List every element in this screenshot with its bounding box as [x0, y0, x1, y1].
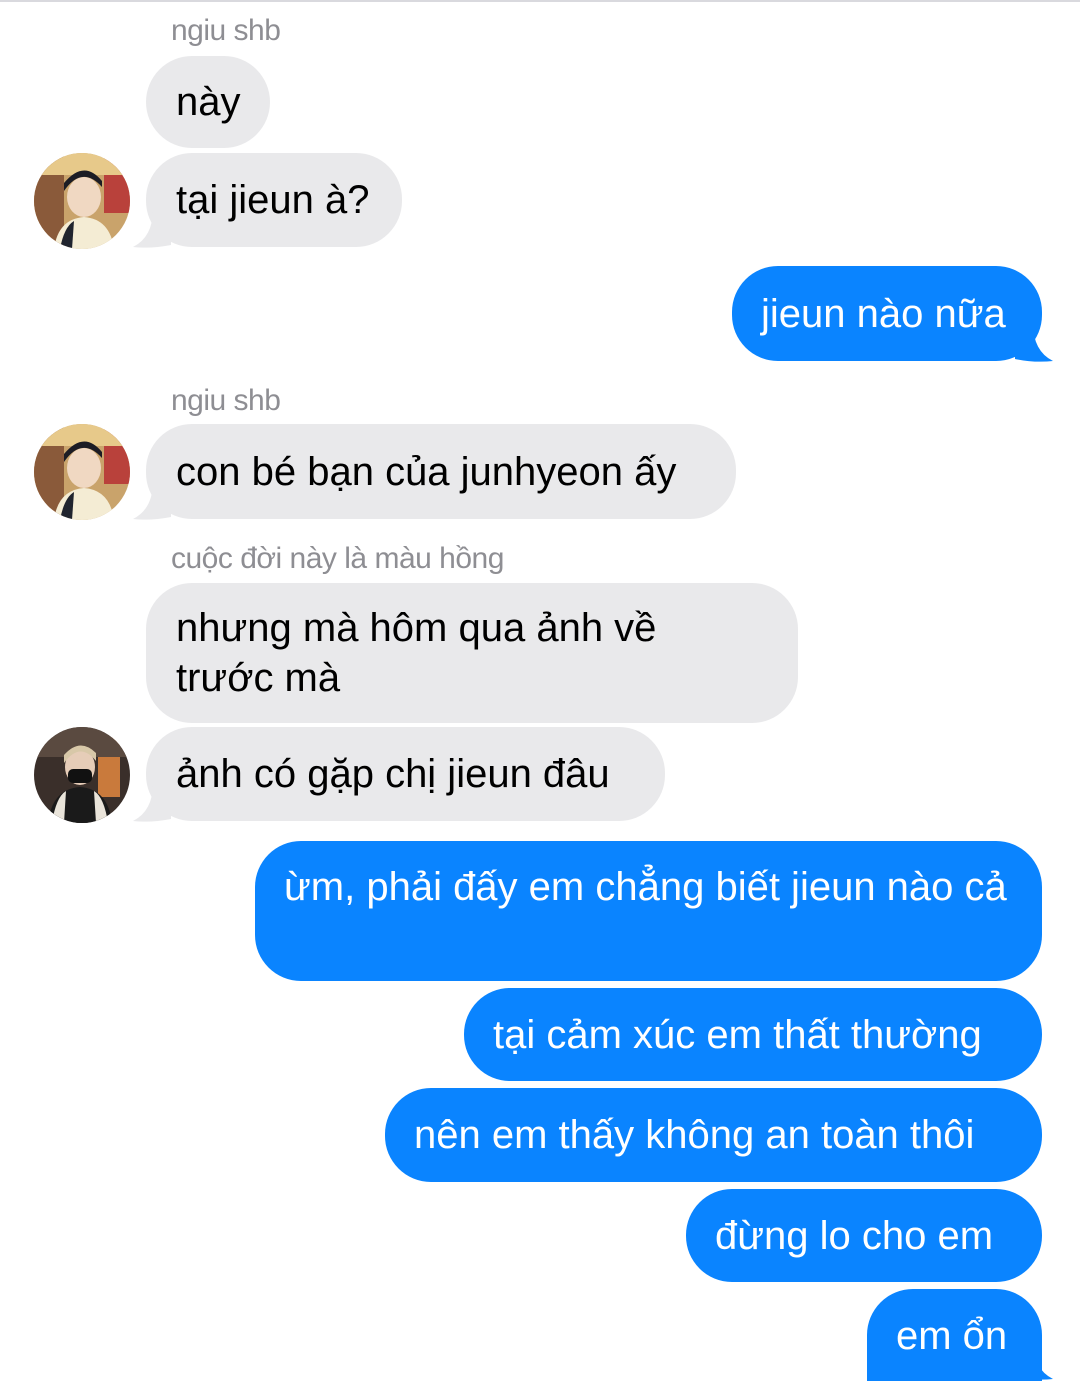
bubble-tail	[133, 783, 171, 822]
outgoing-message[interactable]: jieun nào nữa	[732, 266, 1042, 361]
bubble-tail	[1015, 323, 1053, 362]
incoming-message[interactable]: này	[146, 56, 270, 148]
avatar[interactable]	[34, 424, 130, 520]
incoming-message[interactable]: con bé bạn của junhyeon ấy	[146, 424, 736, 519]
profile-photo-icon	[34, 727, 130, 823]
outgoing-message[interactable]: tại cảm xúc em thất thường	[464, 988, 1042, 1081]
sender-name: cuộc đời này là màu hồng	[171, 542, 504, 575]
incoming-message[interactable]: nhưng mà hôm qua ảnh về trước mà	[146, 583, 798, 723]
outgoing-message[interactable]: đừng lo cho em	[686, 1189, 1042, 1282]
incoming-message[interactable]: tại jieun à?	[146, 153, 402, 247]
avatar[interactable]	[34, 727, 130, 823]
avatar[interactable]	[34, 153, 130, 249]
incoming-message[interactable]: ảnh có gặp chị jieun đâu	[146, 727, 665, 821]
sender-name: ngiu shb	[171, 14, 281, 47]
profile-photo-icon	[34, 424, 130, 520]
bubble-tail	[133, 481, 171, 520]
bubble-tail	[133, 209, 171, 248]
top-divider	[0, 0, 1080, 2]
outgoing-message[interactable]: nên em thấy không an toàn thôi	[385, 1088, 1042, 1182]
sender-name: ngiu shb	[171, 384, 281, 417]
outgoing-message[interactable]: ừm, phải đấy em chẳng biết jieun nào cả	[255, 841, 1042, 981]
bubble-tail	[1015, 1341, 1053, 1380]
profile-photo-icon	[34, 153, 130, 249]
